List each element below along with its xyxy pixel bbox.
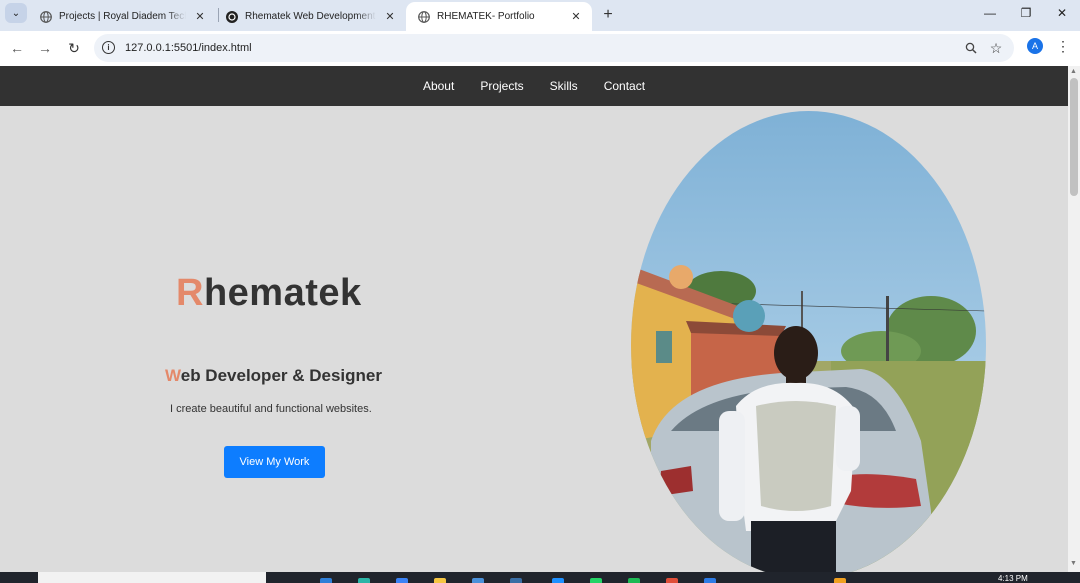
page-viewport: About Projects Skills Contact Rhematek W… <box>0 66 1068 572</box>
site-logo-icon <box>226 10 238 23</box>
hero-description: I create beautiful and functional websit… <box>170 403 372 415</box>
app-icon[interactable] <box>704 578 716 583</box>
nav-link-contact[interactable]: Contact <box>604 79 645 93</box>
browser-toolbar: ← → ↻ i 127.0.0.1:5501/index.html ☆ <box>0 31 1080 66</box>
close-icon[interactable]: ✕ <box>568 9 584 25</box>
nav-link-projects[interactable]: Projects <box>480 79 523 93</box>
hero-subtitle-accent: W <box>165 366 181 385</box>
tab-title: Projects | Royal Diadem Tech <box>59 11 186 22</box>
tab-rhematek-portfolio[interactable]: RHEMATEK- Portfolio ✕ <box>406 2 592 31</box>
app-icon[interactable] <box>472 578 484 583</box>
page-scrollbar[interactable]: ▲ ▼ <box>1068 66 1080 572</box>
tab-strip: ⌄ Projects | Royal Diadem Tech ✕ Rhemate… <box>0 0 1080 31</box>
address-bar[interactable]: i 127.0.0.1:5501/index.html ☆ <box>94 34 1014 62</box>
folder-icon[interactable] <box>434 578 446 583</box>
arrow-right-icon[interactable]: → <box>35 38 55 58</box>
app-icon[interactable] <box>396 578 408 583</box>
minimize-icon[interactable]: — <box>979 4 1001 22</box>
nav-link-skills[interactable]: Skills <box>550 79 578 93</box>
close-icon[interactable]: ✕ <box>192 9 208 25</box>
os-taskbar: 4:13 PM <box>0 572 1080 583</box>
more-vertical-icon[interactable]: ⋮ <box>1055 37 1071 55</box>
app-icon[interactable] <box>510 578 522 583</box>
arrow-left-icon[interactable]: ← <box>7 38 27 58</box>
restore-icon[interactable]: ❐ <box>1015 4 1037 22</box>
globe-icon <box>418 10 430 23</box>
app-icon[interactable] <box>834 578 846 583</box>
app-icon[interactable] <box>320 578 332 583</box>
reload-icon[interactable]: ↻ <box>64 38 84 58</box>
taskbar-search[interactable] <box>38 572 266 583</box>
app-icon[interactable] <box>552 578 564 583</box>
site-navbar: About Projects Skills Contact <box>0 66 1068 106</box>
tab-rhematek-web-development[interactable]: Rhematek Web Development C ✕ <box>214 2 406 31</box>
avatar[interactable]: A <box>1027 38 1043 54</box>
tab-search-button[interactable]: ⌄ <box>5 3 27 23</box>
taskbar-clock: 4:13 PM <box>998 574 1028 583</box>
hero-subtitle: Web Developer & Designer <box>165 366 382 386</box>
whatsapp-icon[interactable] <box>590 578 602 583</box>
star-icon[interactable]: ☆ <box>987 39 1005 57</box>
profile-photo <box>631 111 986 572</box>
view-my-work-button[interactable]: View My Work <box>224 446 325 478</box>
tab-title: Rhematek Web Development C <box>245 11 376 22</box>
app-icon[interactable] <box>628 578 640 583</box>
hero-title-rest: hematek <box>203 272 362 314</box>
url-text[interactable]: 127.0.0.1:5501/index.html <box>125 42 252 54</box>
window-close-icon[interactable]: ✕ <box>1051 4 1073 22</box>
browser-icon[interactable] <box>666 578 678 583</box>
hero-title-accent: R <box>176 272 204 314</box>
app-icon[interactable] <box>358 578 370 583</box>
scroll-up-icon[interactable]: ▲ <box>1070 68 1077 75</box>
hero-title: Rhematek <box>176 272 362 315</box>
tab-title: RHEMATEK- Portfolio <box>437 11 535 22</box>
scroll-down-icon[interactable]: ▼ <box>1070 560 1077 567</box>
close-icon[interactable]: ✕ <box>382 9 398 25</box>
chevron-down-icon: ⌄ <box>11 7 21 19</box>
scrollbar-thumb[interactable] <box>1070 78 1078 196</box>
zoom-icon[interactable] <box>962 39 980 57</box>
globe-icon <box>40 10 52 23</box>
nav-link-about[interactable]: About <box>423 79 454 93</box>
hero-subtitle-rest: eb Developer & Designer <box>180 366 382 385</box>
info-icon[interactable]: i <box>102 41 115 54</box>
tab-projects[interactable]: Projects | Royal Diadem Tech ✕ <box>28 2 216 31</box>
plus-icon[interactable]: + <box>598 5 618 25</box>
